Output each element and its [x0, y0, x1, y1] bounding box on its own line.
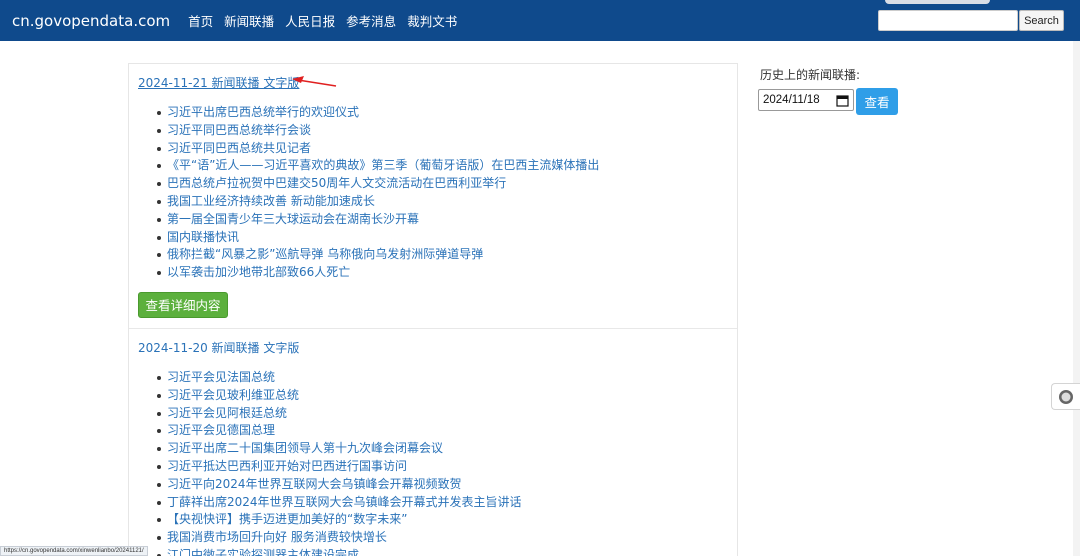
news-item[interactable]: 习近平出席巴西总统举行的欢迎仪式 — [157, 104, 599, 122]
view-details-button[interactable]: 查看详细内容 — [138, 291, 228, 318]
day-block: 2024-11-20 新闻联播 文字版 习近平会见法国总统 习近平会见玻利维亚总… — [138, 340, 522, 556]
news-item[interactable]: 江门中微子实验探测器主体建设完成 — [157, 547, 522, 556]
news-item[interactable]: 我国消费市场回升向好 服务消费较快增长 — [157, 529, 522, 547]
floating-widget-button[interactable] — [1051, 383, 1080, 410]
day-block: 2024-11-21 新闻联播 文字版 习近平出席巴西总统举行的欢迎仪式 习近平… — [138, 75, 599, 318]
nav-cankaoxiaoxi[interactable]: 参考消息 — [346, 11, 396, 30]
news-item[interactable]: 我国工业经济持续改善 新动能加速成长 — [157, 193, 599, 211]
record-icon — [1059, 389, 1073, 404]
news-item[interactable]: 俄称拦截“风暴之影”巡航导弹 乌称俄向乌发射洲际弹道导弹 — [157, 246, 599, 264]
nav-xinwenlianbo[interactable]: 新闻联播 — [224, 11, 274, 30]
news-item[interactable]: 习近平会见德国总理 — [157, 422, 522, 440]
nav-home[interactable]: 首页 — [188, 11, 213, 30]
history-label: 历史上的新闻联播: — [760, 68, 861, 82]
day-divider — [129, 328, 737, 329]
news-item[interactable]: 习近平会见法国总统 — [157, 369, 522, 387]
news-item[interactable]: 习近平抵达巴西利亚开始对巴西进行国事访问 — [157, 458, 522, 476]
nav-caipanwenshu[interactable]: 裁判文书 — [407, 11, 457, 30]
news-item[interactable]: 第一届全国青少年三大球运动会在湖南长沙开幕 — [157, 211, 599, 229]
news-list: 习近平出席巴西总统举行的欢迎仪式 习近平同巴西总统举行会谈 习近平同巴西总统共见… — [138, 104, 599, 282]
news-item[interactable]: 巴西总统卢拉祝贺中巴建交50周年人文交流活动在巴西利亚举行 — [157, 175, 599, 193]
view-button[interactable]: 查看 — [856, 88, 898, 115]
top-navbar: cn.govopendata.com 首页 新闻联播 人民日报 参考消息 裁判文… — [0, 0, 1080, 41]
site-brand[interactable]: cn.govopendata.com — [12, 12, 170, 30]
news-item[interactable]: 以军袭击加沙地带北部致66人死亡 — [157, 264, 599, 282]
day-title-link[interactable]: 2024-11-21 新闻联播 文字版 — [138, 75, 599, 91]
news-item[interactable]: 习近平同巴西总统共见记者 — [157, 140, 599, 158]
news-item[interactable]: 【央视快评】携手迈进更加美好的“数字未来” — [157, 511, 522, 529]
news-item[interactable]: 习近平向2024年世界互联网大会乌镇峰会开幕视频致贺 — [157, 476, 522, 494]
status-bar-url: https://cn.govopendata.com/xinwenlianbo/… — [0, 546, 148, 556]
top-tab-decoration — [885, 0, 990, 4]
news-item[interactable]: 习近平出席二十国集团领导人第十九次峰会闭幕会议 — [157, 440, 522, 458]
news-item[interactable]: 习近平会见阿根廷总统 — [157, 405, 522, 423]
calendar-icon[interactable] — [836, 94, 849, 107]
news-item[interactable]: 国内联播快讯 — [157, 229, 599, 247]
news-list: 习近平会见法国总统 习近平会见玻利维亚总统 习近平会见阿根廷总统 习近平会见德国… — [138, 369, 522, 556]
search-button[interactable]: Search — [1019, 10, 1064, 31]
date-input[interactable]: 2024/11/18 — [758, 89, 854, 111]
news-panel: 2024-11-21 新闻联播 文字版 习近平出席巴西总统举行的欢迎仪式 习近平… — [128, 63, 738, 556]
annotation-arrow-icon — [292, 76, 337, 87]
news-item[interactable]: 习近平同巴西总统举行会谈 — [157, 122, 599, 140]
date-value: 2024/11/18 — [763, 94, 820, 106]
day-title-link[interactable]: 2024-11-20 新闻联播 文字版 — [138, 340, 522, 356]
news-item[interactable]: 丁薛祥出席2024年世界互联网大会乌镇峰会开幕式并发表主旨讲话 — [157, 494, 522, 512]
scrollbar-track[interactable] — [1073, 41, 1080, 556]
news-item[interactable]: 习近平会见玻利维亚总统 — [157, 387, 522, 405]
search-input[interactable] — [878, 10, 1018, 31]
news-item[interactable]: 《平“语”近人——习近平喜欢的典故》第三季（葡萄牙语版）在巴西主流媒体播出 — [157, 157, 599, 175]
nav-renminribao[interactable]: 人民日报 — [285, 11, 335, 30]
